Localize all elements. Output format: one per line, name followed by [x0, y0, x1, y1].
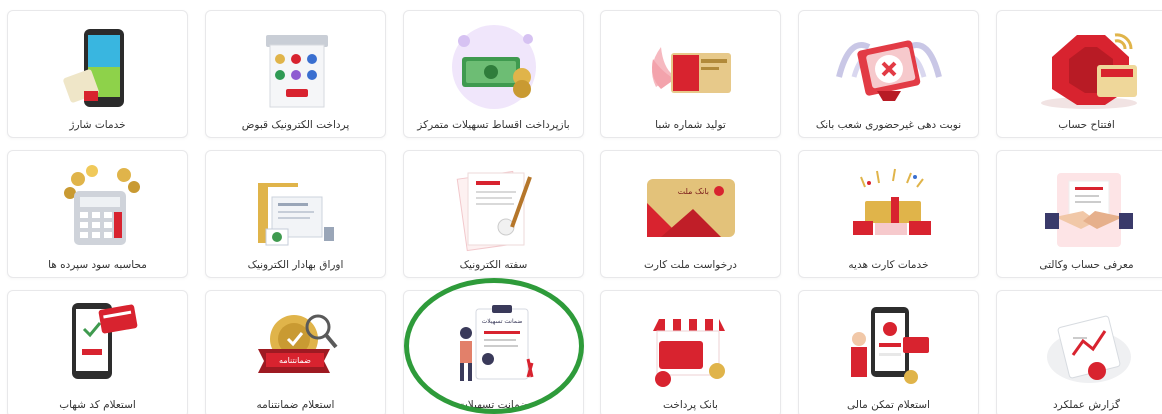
electronic-promissory-note-icon — [404, 157, 583, 257]
tile-bill-payment[interactable]: پرداخت الکترونیک قبوض — [205, 10, 386, 138]
tile-label: استعلام کد شهاب — [59, 399, 136, 411]
tile-label: نوبت دهی غیرحضوری شعب بانک — [815, 119, 962, 131]
gift-card-icon — [799, 157, 978, 257]
electronic-securities-icon — [206, 157, 385, 257]
tile-electronic-promissory-note[interactable]: سفته الکترونیک — [403, 150, 584, 278]
tile-deposit-interest-calculator[interactable]: محاسبه سود سپرده ها — [7, 150, 188, 278]
tile-label: تولید شماره شبا — [655, 119, 726, 131]
tile-label: پرداخت الکترونیک قبوض — [241, 119, 350, 131]
proxy-account-icon — [997, 157, 1162, 257]
tile-electronic-securities[interactable]: اوراق بهادار الکترونیک — [205, 150, 386, 278]
tile-label: محاسبه سود سپرده ها — [48, 259, 147, 271]
svg-text:ضمانتنامه: ضمانتنامه — [279, 356, 311, 365]
tile-label: درخواست ملت کارت — [644, 259, 737, 271]
tile-loan-repayment[interactable]: بازپرداخت اقساط تسهیلات متمرکز — [403, 10, 584, 138]
mellat-card-icon: بانک ملت — [601, 157, 780, 257]
tile-label: اوراق بهادار الکترونیک — [247, 259, 344, 271]
tile-label: استعلام ضمانتنامه — [256, 399, 335, 411]
branch-appointment-icon — [799, 17, 978, 117]
tile-label: ضمانت تسهیلات — [457, 399, 530, 411]
tile-mellat-card[interactable]: بانک ملت درخواست ملت کارت — [600, 150, 781, 278]
deposit-interest-calculator-icon — [8, 157, 187, 257]
mobile-charge-icon — [8, 17, 187, 117]
services-grid: افتتاح حساب نوبت دهی غیرحضوری شعب بانک ت… — [0, 0, 1162, 414]
tile-proxy-account[interactable]: معرفی حساب وکالتی — [996, 150, 1162, 278]
tile-gift-card[interactable]: خدمات کارت هدیه — [798, 150, 979, 278]
tile-label: بانک پرداخت — [663, 399, 718, 411]
tile-sheba-number[interactable]: تولید شماره شبا — [600, 10, 781, 138]
tile-label: خدمات شارژ — [69, 119, 126, 131]
tile-loan-guarantee[interactable]: ضمانت تسهیلات ضمانت تسهیلات — [403, 290, 584, 414]
svg-text:بانک ملت: بانک ملت — [678, 187, 709, 196]
tile-label: معرفی حساب وکالتی — [1039, 259, 1134, 271]
loan-repayment-icon — [404, 17, 583, 117]
tile-branch-appointment[interactable]: نوبت دهی غیرحضوری شعب بانک — [798, 10, 979, 138]
tile-financial-capacity-inquiry[interactable]: استعلام تمکن مالی — [798, 290, 979, 414]
tile-label: بازپرداخت اقساط تسهیلات متمرکز — [417, 119, 570, 131]
loan-guarantee-icon: ضمانت تسهیلات — [404, 297, 583, 397]
tile-label: افتتاح حساب — [1058, 119, 1115, 131]
tile-bank-pardakht[interactable]: بانک پرداخت — [600, 290, 781, 414]
tile-guarantee-inquiry[interactable]: ضمانتنامه استعلام ضمانتنامه — [205, 290, 386, 414]
sheba-number-icon — [601, 17, 780, 117]
guarantee-inquiry-icon: ضمانتنامه — [206, 297, 385, 397]
tile-performance-report[interactable]: گزارش عملکرد — [996, 290, 1162, 414]
tile-label: خدمات کارت هدیه — [848, 259, 929, 271]
shahab-code-inquiry-icon — [8, 297, 187, 397]
tile-label: سفته الکترونیک — [459, 259, 528, 271]
bank-pardakht-icon — [601, 297, 780, 397]
tile-open-account[interactable]: افتتاح حساب — [996, 10, 1162, 138]
tile-label: گزارش عملکرد — [1052, 399, 1120, 411]
tile-mobile-charge[interactable]: خدمات شارژ — [7, 10, 188, 138]
open-account-icon — [997, 17, 1162, 117]
tile-shahab-code-inquiry[interactable]: استعلام کد شهاب — [7, 290, 188, 414]
bill-payment-icon — [206, 17, 385, 117]
tile-label: استعلام تمکن مالی — [847, 399, 930, 411]
financial-capacity-inquiry-icon — [799, 297, 978, 397]
svg-text:ضمانت تسهیلات: ضمانت تسهیلات — [482, 318, 523, 325]
performance-report-icon — [997, 297, 1162, 397]
